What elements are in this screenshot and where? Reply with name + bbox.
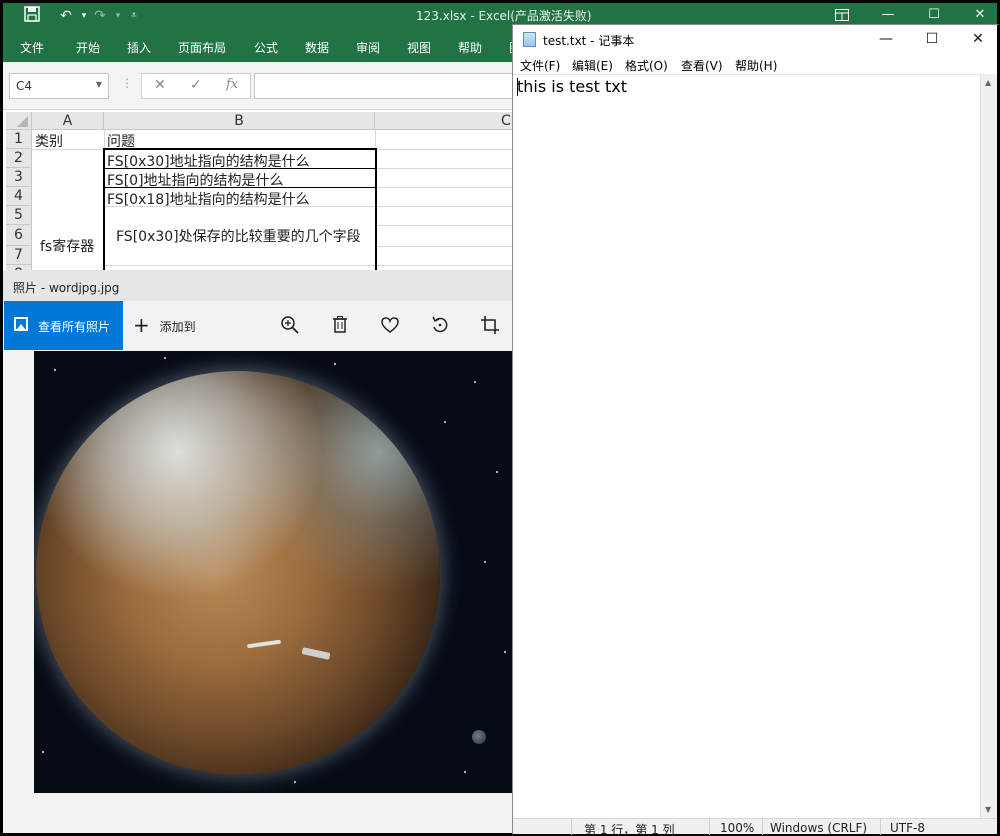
notepad-close-button[interactable]: ✕ (955, 25, 1000, 54)
planet (36, 371, 440, 775)
photos-toolbar: 查看所有照片 + 添加到 (3, 301, 516, 350)
tab-review[interactable]: 审阅 (356, 39, 380, 56)
status-divider (709, 819, 710, 835)
photos-window-title: 照片 - wordjpg.jpg (13, 281, 120, 295)
row-header-1[interactable]: 1 (6, 130, 32, 149)
status-divider (571, 819, 572, 835)
add-to-button[interactable]: + 添加到 (133, 315, 196, 335)
formula-actions: ✕ ✓ fx (141, 73, 251, 99)
photos-title-bar: 照片 - wordjpg.jpg (3, 270, 516, 301)
status-cursor-position: 第 1 行，第 1 列 (584, 823, 675, 836)
star (474, 381, 476, 383)
column-header-a[interactable]: A (32, 112, 104, 130)
column-header-b[interactable]: B (104, 112, 375, 130)
zoom-icon[interactable] (279, 314, 303, 338)
star (496, 471, 498, 473)
tab-help[interactable]: 帮助 (458, 39, 482, 56)
star (464, 771, 466, 773)
name-box[interactable]: C4 ▼ (9, 73, 109, 99)
star (334, 363, 336, 365)
cell-b2[interactable]: FS[0x30]地址指向的结构是什么 (107, 151, 310, 171)
row-header-5[interactable]: 5 (6, 206, 32, 225)
status-line-ending: Windows (CRLF) (770, 821, 868, 835)
notepad-menu-bar: 文件(F) 编辑(E) 格式(O) 查看(V) 帮助(H) (513, 54, 997, 74)
photos-window: 照片 - wordjpg.jpg 查看所有照片 + 添加到 (0, 270, 516, 836)
menu-edit[interactable]: 编辑(E) (572, 57, 613, 74)
scroll-down-icon[interactable]: ▼ (985, 805, 991, 814)
cell-b6[interactable]: FS[0x30]处保存的比较重要的几个字段 (116, 226, 361, 246)
star (444, 421, 446, 423)
vertical-scrollbar[interactable]: ▲ ▼ (980, 74, 997, 818)
cell-b4[interactable]: FS[0x18]地址指向的结构是什么 (107, 189, 310, 209)
plus-icon: + (133, 313, 150, 337)
scroll-up-icon[interactable]: ▲ (985, 78, 991, 87)
row-header-4[interactable]: 4 (6, 187, 32, 206)
status-encoding: UTF-8 (890, 821, 925, 835)
row-header-7[interactable]: 7 (6, 246, 32, 265)
moon (472, 730, 486, 744)
tab-file[interactable]: 文件 (20, 39, 44, 56)
tab-page-layout[interactable]: 页面布局 (178, 39, 226, 56)
notepad-minimize-button[interactable]: — (863, 25, 909, 54)
row-header-6[interactable]: 6 (6, 225, 32, 246)
view-all-photos-button[interactable]: 查看所有照片 (4, 301, 123, 350)
star (164, 357, 166, 359)
cell-a1[interactable]: 类别 (35, 131, 63, 151)
notepad-window: test.txt - 记事本 — ☐ ✕ 文件(F) 编辑(E) 格式(O) 查… (512, 24, 1000, 836)
notepad-app-icon (523, 32, 536, 47)
cell-a-merged[interactable]: fs寄存器 (40, 236, 94, 256)
favorite-icon[interactable] (379, 314, 403, 338)
tab-view[interactable]: 视图 (407, 39, 431, 56)
chevron-down-icon[interactable]: ▼ (96, 80, 102, 89)
status-zoom: 100% (720, 821, 755, 835)
notepad-maximize-button[interactable]: ☐ (909, 25, 955, 54)
cell-b3[interactable]: FS[0]地址指向的结构是什么 (107, 170, 284, 190)
enter-icon[interactable]: ✓ (190, 77, 202, 93)
delete-icon[interactable] (329, 314, 353, 338)
cell-b1[interactable]: 问题 (107, 131, 135, 151)
save-icon[interactable] (21, 6, 43, 26)
menu-help[interactable]: 帮助(H) (735, 57, 777, 74)
row-header-3[interactable]: 3 (6, 168, 32, 187)
star (484, 561, 486, 563)
notepad-text-area[interactable]: this is test txt (513, 74, 980, 818)
add-to-label: 添加到 (159, 320, 196, 334)
star (294, 781, 296, 783)
insert-function-icon[interactable]: fx (226, 77, 238, 92)
tab-data[interactable]: 数据 (305, 39, 329, 56)
menu-file[interactable]: 文件(F) (520, 57, 560, 74)
status-divider (762, 819, 763, 835)
formula-bar-grip-icon: ⋮ (121, 76, 133, 90)
tab-formulas[interactable]: 公式 (254, 39, 278, 56)
notepad-title-bar: test.txt - 记事本 — ☐ ✕ (513, 25, 997, 54)
cancel-icon[interactable]: ✕ (154, 77, 166, 93)
image-icon (14, 317, 28, 331)
photo-image[interactable] (34, 351, 516, 793)
row-header-2[interactable]: 2 (6, 149, 32, 168)
status-divider (880, 819, 881, 835)
menu-view[interactable]: 查看(V) (681, 57, 723, 74)
notepad-content: this is test txt (517, 77, 627, 96)
tab-home[interactable]: 开始 (76, 39, 100, 56)
select-all-corner[interactable] (6, 112, 32, 130)
rotate-icon[interactable] (429, 314, 453, 338)
star (42, 751, 44, 753)
crop-icon[interactable] (479, 314, 503, 338)
customize-qat-icon[interactable]: ⩡ (123, 6, 145, 26)
name-box-value: C4 (16, 79, 33, 93)
notepad-status-bar: 第 1 行，第 1 列 100% Windows (CRLF) UTF-8 (513, 818, 997, 836)
view-all-photos-label: 查看所有照片 (38, 320, 111, 334)
tab-insert[interactable]: 插入 (127, 39, 151, 56)
star (504, 651, 506, 653)
menu-format[interactable]: 格式(O) (625, 57, 668, 74)
excel-window-title: 123.xlsx - Excel(产品激活失败) (416, 9, 592, 23)
star (54, 369, 56, 371)
notepad-window-title: test.txt - 记事本 (543, 34, 635, 48)
